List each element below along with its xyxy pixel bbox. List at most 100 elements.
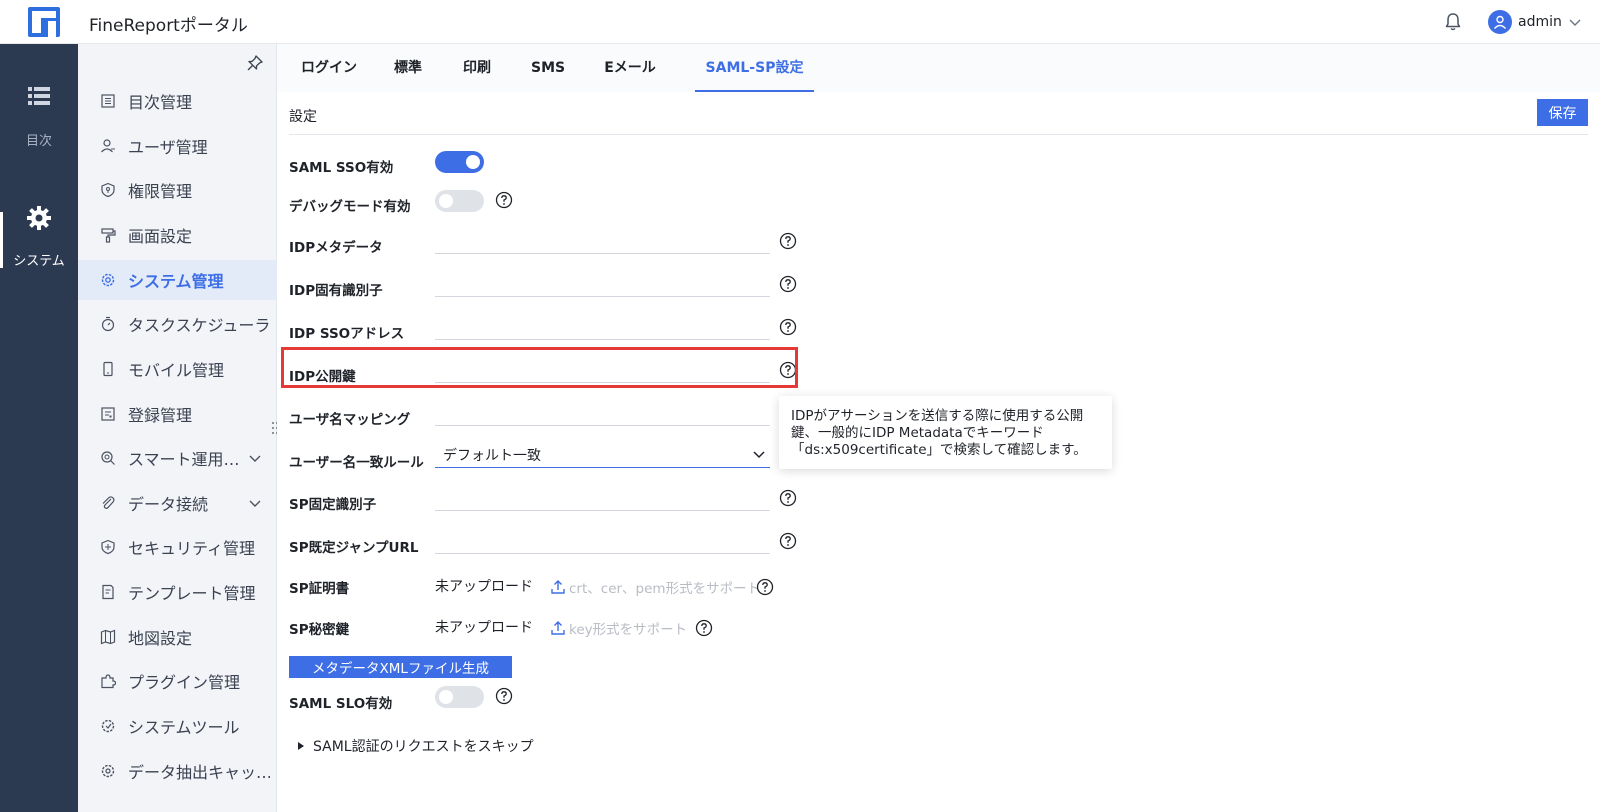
idp-metadata-input[interactable] [435,226,770,254]
username-mapping-label: ユーザ名マッピング [289,412,411,428]
sidebar-item-label: 目次管理 [128,93,193,112]
sp-cert-hint: crt、cer、pem形式をサポート [569,581,761,597]
shield-icon [101,182,115,198]
toggle-knob [439,690,453,704]
chevron-down-icon [249,500,261,507]
sidebar-item-label: ユーザ管理 [128,138,208,157]
sidebar-item-label: モバイル管理 [128,361,225,380]
sidebar-item-mobile-mgmt[interactable]: モバイル管理 [78,349,277,389]
debug-mode-label: デバッグモード有効 [289,199,411,215]
tooltip-line: 鍵、一般的にIDP Metadataでキーワード [791,425,1044,441]
chevron-down-icon [1569,19,1581,26]
template-icon [102,584,114,600]
sidebar-item-label: タスクスケジューラ [128,316,270,335]
help-icon[interactable] [695,619,713,637]
help-icon[interactable] [495,191,513,209]
bell-icon[interactable] [1442,11,1464,33]
sp-key-label: SP秘密鍵 [289,622,350,638]
sidebar-item-data-extract-cache[interactable]: データ抽出キャッ… [78,751,277,791]
toggle-knob [439,194,453,208]
save-button[interactable]: 保存 [1537,99,1588,126]
sidebar-item-directory-mgmt[interactable]: 目次管理 [78,81,277,121]
sp-cert-upload[interactable]: crt、cer、pem形式をサポート [550,577,760,597]
extract-gear-icon [101,764,115,778]
sp-key-upload[interactable]: key形式をサポート [550,618,687,638]
puzzle-icon [101,674,116,689]
sp-entity-input[interactable] [435,483,770,511]
idp-sso-input[interactable] [435,312,770,340]
sidebar-item-security-mgmt[interactable]: セキュリティ管理 [78,527,277,567]
sidebar: 目次管理 ユーザ管理 権限管理 画面設定 システム管理 タスクスケジューラ モバ… [78,44,277,812]
toggle-knob [466,155,480,169]
upload-icon [551,580,565,594]
register-icon [101,407,115,421]
username-mapping-input[interactable] [435,398,770,426]
skip-saml-auth-label: SAML認証のリクエストをスキップ [313,739,534,755]
paint-roller-icon [101,228,116,243]
sp-cert-status: 未アップロード [435,579,533,595]
security-icon [101,539,115,555]
sidebar-item-permission-mgmt[interactable]: 権限管理 [78,170,277,210]
directory-icon [101,94,115,108]
tab-standard[interactable]: 標準 [393,44,423,92]
help-icon[interactable] [756,578,774,596]
sidebar-item-map-settings[interactable]: 地図設定 [78,617,277,657]
idp-entity-input[interactable] [435,269,770,297]
smart-ops-icon [101,451,115,465]
sidebar-item-user-mgmt[interactable]: ユーザ管理 [78,126,277,166]
sidebar-item-label: 登録管理 [128,406,193,425]
map-icon [100,629,116,645]
saml-sso-toggle[interactable] [435,151,484,173]
sidebar-item-data-connection[interactable]: データ接続 [78,483,277,523]
generate-metadata-button[interactable]: メタデータXMLファイル生成 [289,656,512,678]
rail-item-directory[interactable]: 目次 [0,72,78,152]
help-icon[interactable] [779,489,797,507]
help-icon[interactable] [779,275,797,293]
help-icon[interactable] [779,232,797,250]
gear-icon [101,273,115,287]
saml-slo-toggle[interactable] [435,686,484,708]
tab-saml-sp-settings[interactable]: SAML-SP設定 [695,44,814,92]
skip-saml-auth-expander[interactable]: SAML認証のリクエストをスキップ [297,736,534,756]
user-name: admin [1518,14,1562,30]
tab-sms[interactable]: SMS [531,44,565,92]
saml-sso-label: SAML SSO有効 [289,160,394,176]
sidebar-item-label: システムツール [128,718,240,737]
user-menu[interactable]: admin [1488,10,1582,34]
sidebar-item-label: プラグイン管理 [128,673,241,692]
select-value: デフォルト一致 [443,448,541,464]
tab-login[interactable]: ログイン [300,44,358,92]
gear-icon [27,206,51,230]
sidebar-item-template-mgmt[interactable]: テンプレート管理 [78,572,277,612]
debug-mode-toggle[interactable] [435,190,484,212]
help-icon[interactable] [495,687,513,705]
sidebar-item-plugin-mgmt[interactable]: プラグイン管理 [78,661,277,701]
pin-icon[interactable] [246,54,264,72]
sidebar-item-register-mgmt[interactable]: 登録管理 [78,394,277,434]
idp-sso-label: IDP SSOアドレス [289,326,405,342]
section-title: 設定 [289,109,317,125]
finereport-logo[interactable] [28,7,60,37]
username-rule-select[interactable]: デフォルト一致 [435,440,770,468]
highlight-box [281,347,798,388]
sidebar-item-label: セキュリティ管理 [128,539,256,558]
tool-gear-icon [101,719,115,733]
tooltip-line: 「ds:x509certificate」で検索して確認します。 [791,442,1087,458]
help-icon[interactable] [779,318,797,336]
tab-print[interactable]: 印刷 [462,44,492,92]
sp-redirect-input[interactable] [435,526,770,554]
sidebar-item-smart-ops[interactable]: スマート運用… [78,438,277,478]
sidebar-item-system-mgmt[interactable]: システム管理 [78,260,277,300]
sidebar-item-screen-settings[interactable]: 画面設定 [78,215,277,255]
mobile-icon [103,361,113,377]
help-icon[interactable] [779,532,797,550]
divider [289,134,1588,135]
sidebar-item-task-scheduler[interactable]: タスクスケジューラ [78,304,277,344]
saml-slo-label: SAML SLO有効 [289,696,393,712]
rail-item-system[interactable]: システム [0,206,78,292]
sp-key-hint: key形式をサポート [569,622,688,638]
sidebar-item-system-tools[interactable]: システムツール [78,706,277,746]
help-tooltip: IDPがアサーションを送信する際に使用する公開 鍵、一般的にIDP Metada… [779,396,1112,469]
chevron-down-icon [753,451,765,459]
tab-email[interactable]: Eメール [604,44,656,92]
